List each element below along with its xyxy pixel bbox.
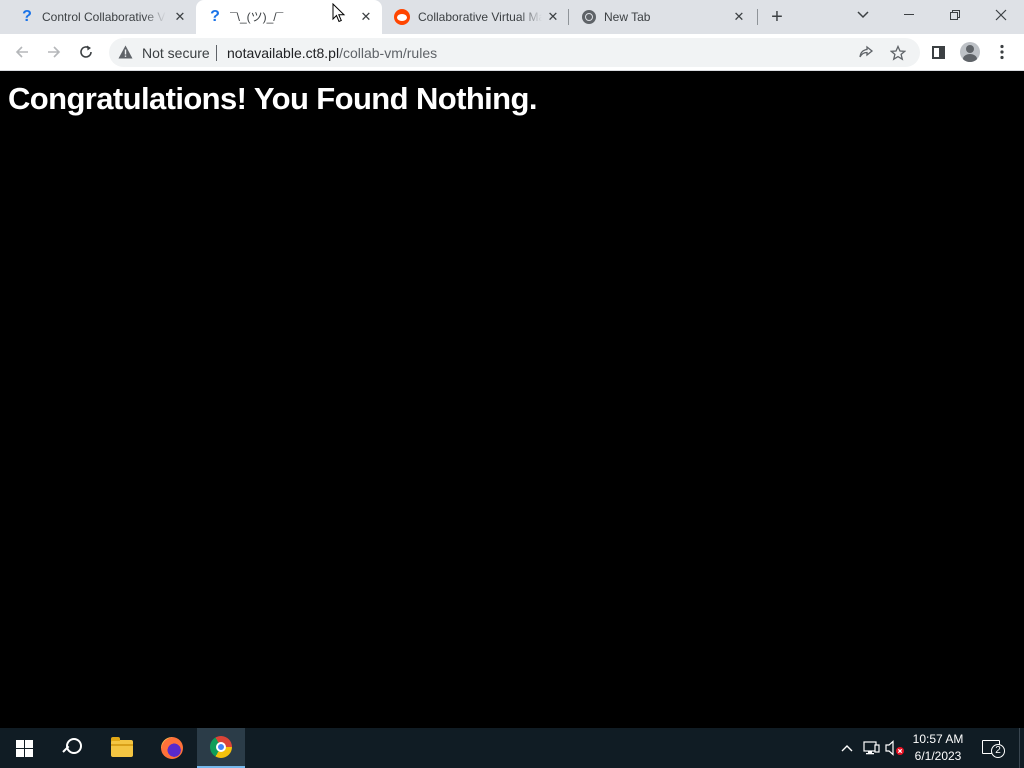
tab-title: Collaborative Virtual Machines [418,10,542,24]
action-center-button[interactable]: 2 [982,738,1005,758]
windows-start-icon [15,739,33,757]
warning-icon[interactable] [118,45,133,59]
restore-icon [950,10,960,20]
close-tab-icon[interactable]: ✕ [731,9,747,25]
close-window-button[interactable] [978,0,1024,30]
show-hidden-icons-button[interactable] [837,738,857,758]
show-desktop-button[interactable] [1019,728,1024,768]
omnibox-separator [216,45,217,61]
share-icon[interactable] [856,43,876,63]
chrome-taskbar-button[interactable] [197,728,245,768]
network-button[interactable] [861,738,881,758]
more-vertical-icon [1000,44,1004,60]
tab-collaborative-vm-reddit[interactable]: Collaborative Virtual Machines ✕ [382,0,568,34]
chrome-icon [581,9,597,25]
minimize-button[interactable] [886,0,932,30]
volume-button[interactable] [885,738,905,758]
clock-date: 6/1/2023 [914,749,962,763]
tab-strip: ? Control Collaborative Virtual Machines… [0,0,1024,34]
restore-button[interactable] [932,0,978,30]
avatar-icon [960,42,980,62]
reddit-icon [394,9,410,25]
page-content: Congratulations! You Found Nothing. [0,71,1024,728]
chevron-down-icon [857,11,869,19]
notification-count-badge: 2 [991,744,1005,758]
security-status-label[interactable]: Not secure [142,45,210,61]
tab-separator [568,9,569,25]
reload-icon [80,45,92,58]
taskbar: 10:57 AM 6/1/2023 2 [0,728,1024,768]
reload-button[interactable] [74,40,98,64]
chrome-icon [210,736,232,758]
tab-control-collaborative[interactable]: ? Control Collaborative Virtual Machines… [8,0,194,34]
close-tab-icon[interactable]: ✕ [545,9,561,25]
profile-button[interactable] [958,40,982,64]
network-icon [862,740,880,754]
question-icon: ? [22,8,32,25]
url-path: /collab-vm/rules [339,45,438,61]
file-explorer-button[interactable] [98,728,146,768]
tab-search-button[interactable] [840,0,886,30]
back-button[interactable] [10,40,34,64]
url-text[interactable]: notavailable.ct8.pl/collab-vm/rules [227,45,437,61]
tab-new-tab[interactable]: New Tab ✕ [570,0,756,34]
minimize-icon [904,14,914,15]
file-explorer-icon [111,736,133,757]
question-icon: ? [210,8,220,25]
forward-button[interactable] [42,40,66,64]
arrow-left-icon [15,46,28,58]
close-tab-icon[interactable]: ✕ [172,9,188,25]
menu-button[interactable] [990,40,1014,64]
close-tab-icon[interactable]: ✕ [358,9,374,25]
arrow-right-icon [48,46,61,58]
tab-title: New Tab [604,10,651,24]
url-host: notavailable.ct8.pl [227,45,340,61]
browser-toolbar: Not secure notavailable.ct8.pl/collab-vm… [0,34,1024,71]
volume-muted-icon [885,740,904,756]
side-panel-icon [931,45,945,59]
page-heading: Congratulations! You Found Nothing. [8,81,537,116]
start-button[interactable] [0,728,48,768]
tab-title: Control Collaborative Virtual Machines [42,10,166,24]
address-bar[interactable]: Not secure notavailable.ct8.pl/collab-vm… [109,38,920,67]
firefox-icon [161,737,183,759]
search-icon [61,737,83,759]
tab-separator [757,9,758,25]
clock-time: 10:57 AM [912,732,964,746]
chevron-up-icon [841,745,853,752]
search-button[interactable] [48,728,96,768]
firefox-button[interactable] [148,728,196,768]
system-clock[interactable]: 10:57 AM 6/1/2023 [906,731,970,765]
tab-shrug-active[interactable]: ? ¯\_(ツ)_/¯ ✕ [196,0,382,34]
bookmark-star-icon[interactable] [888,43,908,63]
mouse-cursor-icon [332,3,346,23]
side-panel-button[interactable] [926,40,950,64]
close-icon [995,9,1007,21]
new-tab-button[interactable]: + [766,6,788,28]
